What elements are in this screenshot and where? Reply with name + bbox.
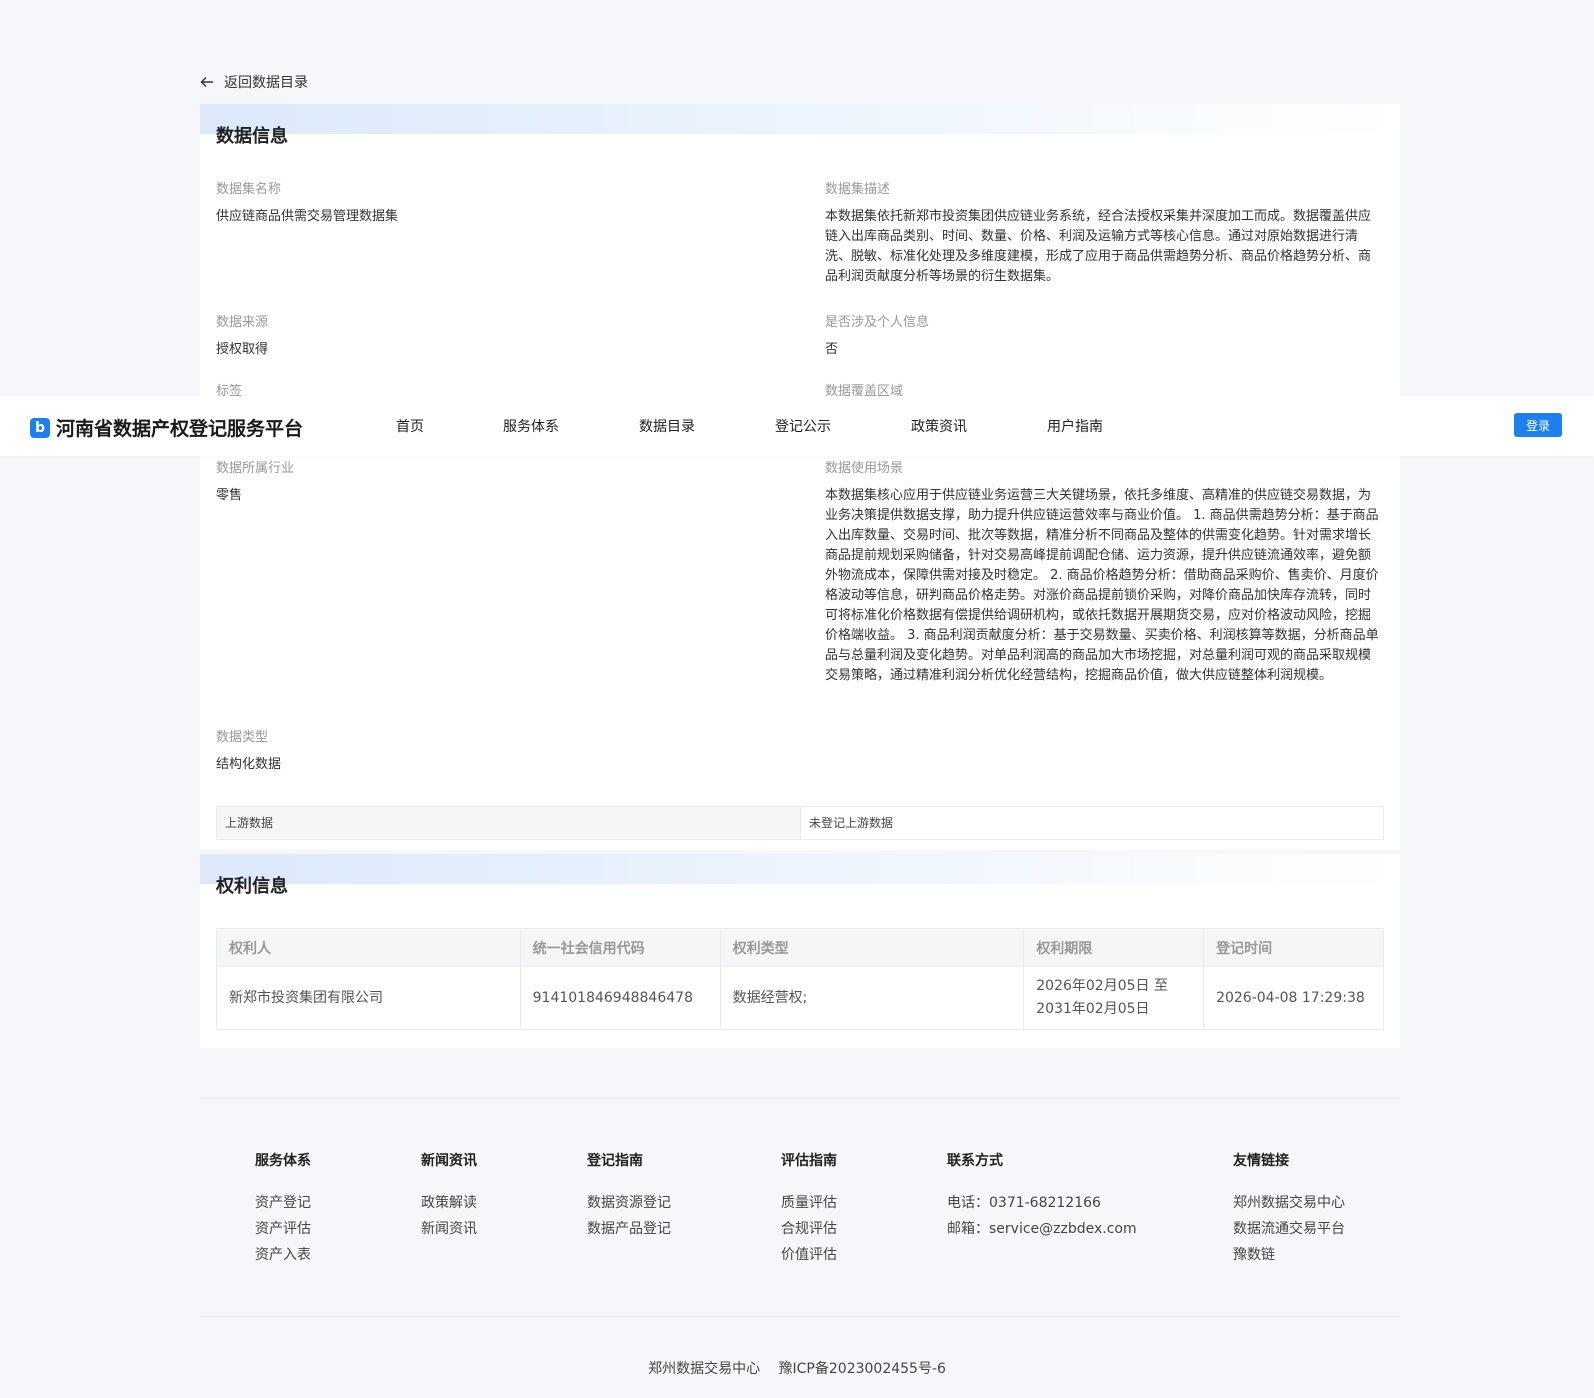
icp-number[interactable]: 豫ICP备2023002455号-6 xyxy=(779,1361,946,1377)
brand[interactable]: b 河南省数据产权登记服务平台 xyxy=(30,414,303,441)
field-data-source: 数据来源 授权取得 xyxy=(216,313,776,360)
column-header: 权利期限 xyxy=(1023,928,1205,967)
arrow-left-icon xyxy=(200,76,213,88)
data-info-title: 数据信息 xyxy=(216,126,288,147)
footer-link[interactable]: 质量评估 xyxy=(781,1190,837,1216)
field-value: 本数据集依托新郑市投资集团供应链业务系统，经合法授权采集并深度加工而成。数据覆盖… xyxy=(825,209,1372,284)
top-navbar: b 河南省数据产权登记服务平台 首页 服务体系 数据目录 登记公示 政策资讯 用… xyxy=(0,396,1594,456)
footer-col-assessment-guide: 评估指南 质量评估 合规评估 价值评估 xyxy=(781,1150,837,1268)
nav-item-home[interactable]: 首页 xyxy=(396,416,424,436)
footer-col-contact: 联系方式 电话：0371-68212166 邮箱：service@zzbdex.… xyxy=(947,1150,1137,1242)
footer-link[interactable]: 政策解读 xyxy=(421,1190,477,1216)
rights-period-cell: 2026年02月05日 至 2031年02月05日 xyxy=(1023,966,1205,1030)
nav-item-data-catalog[interactable]: 数据目录 xyxy=(639,416,695,436)
field-dataset-name: 数据集名称 供应链商品供需交易管理数据集 xyxy=(216,180,776,227)
footer-link[interactable]: 数据资源登记 xyxy=(587,1190,671,1216)
field-label: 数据类型 xyxy=(216,730,269,745)
upstream-data-value: 未登记上游数据 xyxy=(809,816,894,830)
field-value: 授权取得 xyxy=(216,342,269,357)
rights-info-header xyxy=(200,854,1400,884)
field-industry: 数据所属行业 零售 xyxy=(216,459,776,506)
footer-col-title: 评估指南 xyxy=(781,1153,837,1169)
table-header-row: 权利人 统一社会信用代码 权利类型 权利期限 登记时间 xyxy=(216,928,1384,967)
nav-item-user-guide[interactable]: 用户指南 xyxy=(1047,416,1103,436)
footer-col-title: 友情链接 xyxy=(1233,1153,1289,1169)
footer-col-news: 新闻资讯 政策解读 新闻资讯 xyxy=(421,1150,477,1242)
copyright-org: 郑州数据交易中心 xyxy=(648,1361,761,1377)
nav-item-registration-notice[interactable]: 登记公示 xyxy=(775,416,831,436)
rights-info-card: 权利信息 权利人 统一社会信用代码 权利类型 权利期限 登记时间 新郑市投资集团… xyxy=(200,854,1400,1048)
footer-col-services: 服务体系 资产登记 资产评估 资产入表 xyxy=(255,1150,311,1268)
footer-link[interactable]: 合规评估 xyxy=(781,1216,837,1242)
contact-email: 邮箱：service@zzbdex.com xyxy=(947,1221,1137,1237)
column-header: 权利人 xyxy=(216,928,521,967)
copyright-bar: 郑州数据交易中心 豫ICP备2023002455号-6 xyxy=(0,1358,1594,1378)
platform-name: 河南省数据产权登记服务平台 xyxy=(56,418,304,440)
footer-col-registration-guide: 登记指南 数据资源登记 数据产品登记 xyxy=(587,1150,671,1242)
field-label: 是否涉及个人信息 xyxy=(825,315,930,330)
column-header: 权利类型 xyxy=(719,928,1025,967)
footer-link[interactable]: 价值评估 xyxy=(781,1242,837,1268)
login-button[interactable]: 登录 xyxy=(1514,413,1562,437)
registration-time-cell: 2026-04-08 17:29:38 xyxy=(1203,966,1384,1030)
table-row: 新郑市投资集团有限公司 914101846948846478 数据经营权; 20… xyxy=(216,966,1384,1030)
footer-col-title: 服务体系 xyxy=(255,1153,311,1169)
back-link-label: 返回数据目录 xyxy=(224,75,308,91)
column-header: 统一社会信用代码 xyxy=(519,928,721,967)
data-info-card: 数据信息 数据集名称 供应链商品供需交易管理数据集 数据集描述 本数据集依托新郑… xyxy=(200,104,1400,850)
nav-item-services[interactable]: 服务体系 xyxy=(503,416,559,436)
field-value: 本数据集核心应用于供应链业务运营三大关键场景，依托多维度、高精准的供应链交易数据… xyxy=(825,488,1379,683)
field-value: 供应链商品供需交易管理数据集 xyxy=(216,209,399,224)
field-dataset-description: 数据集描述 本数据集依托新郑市投资集团供应链业务系统，经合法授权采集并深度加工而… xyxy=(825,180,1380,287)
data-info-header xyxy=(200,104,1400,134)
footer-col-title: 联系方式 xyxy=(947,1153,1003,1169)
field-label: 数据集描述 xyxy=(825,182,891,197)
field-usage-scenario: 数据使用场景 本数据集核心应用于供应链业务运营三大关键场景，依托多维度、高精准的… xyxy=(825,459,1380,686)
field-value: 否 xyxy=(825,342,839,357)
field-value: 结构化数据 xyxy=(216,757,282,772)
upstream-data-label: 上游数据 xyxy=(217,807,801,839)
footer-link[interactable]: 豫数链 xyxy=(1233,1242,1345,1268)
contact-phone: 电话：0371-68212166 xyxy=(947,1195,1101,1211)
field-label: 数据来源 xyxy=(216,315,269,330)
platform-logo-icon: b xyxy=(30,417,50,438)
nav-item-policy-news[interactable]: 政策资讯 xyxy=(911,416,967,436)
footer-col-friend-links: 友情链接 郑州数据交易中心 数据流通交易平台 豫数链 xyxy=(1233,1150,1345,1268)
footer-link[interactable]: 数据产品登记 xyxy=(587,1216,671,1242)
field-label: 数据集名称 xyxy=(216,182,282,197)
upstream-data-row: 上游数据 未登记上游数据 xyxy=(216,806,1384,840)
footer-link[interactable]: 郑州数据交易中心 xyxy=(1233,1190,1345,1216)
footer-link[interactable]: 数据流通交易平台 xyxy=(1233,1216,1345,1242)
rights-table: 权利人 统一社会信用代码 权利类型 权利期限 登记时间 新郑市投资集团有限公司 … xyxy=(216,928,1384,1030)
field-label: 数据所属行业 xyxy=(216,461,295,476)
field-value: 零售 xyxy=(216,488,243,503)
footer-divider-bottom xyxy=(200,1316,1400,1317)
footer-link[interactable]: 资产评估 xyxy=(255,1216,311,1242)
footer-link[interactable]: 资产入表 xyxy=(255,1242,311,1268)
footer-divider-top xyxy=(200,1098,1400,1099)
footer-col-title: 登记指南 xyxy=(587,1153,643,1169)
rights-holder-cell: 新郑市投资集团有限公司 xyxy=(216,966,521,1030)
back-to-catalog-link[interactable]: 返回数据目录 xyxy=(200,72,308,92)
footer-col-title: 新闻资讯 xyxy=(421,1153,477,1169)
column-header: 登记时间 xyxy=(1203,928,1384,967)
field-personal-info: 是否涉及个人信息 否 xyxy=(825,313,1385,360)
field-label: 数据使用场景 xyxy=(825,461,904,476)
footer-link[interactable]: 资产登记 xyxy=(255,1190,311,1216)
rights-info-title: 权利信息 xyxy=(216,876,288,897)
field-data-type: 数据类型 结构化数据 xyxy=(216,728,776,775)
rights-type-cell: 数据经营权; xyxy=(719,966,1025,1030)
credit-code-cell: 914101846948846478 xyxy=(519,966,721,1030)
footer-link[interactable]: 新闻资讯 xyxy=(421,1216,477,1242)
